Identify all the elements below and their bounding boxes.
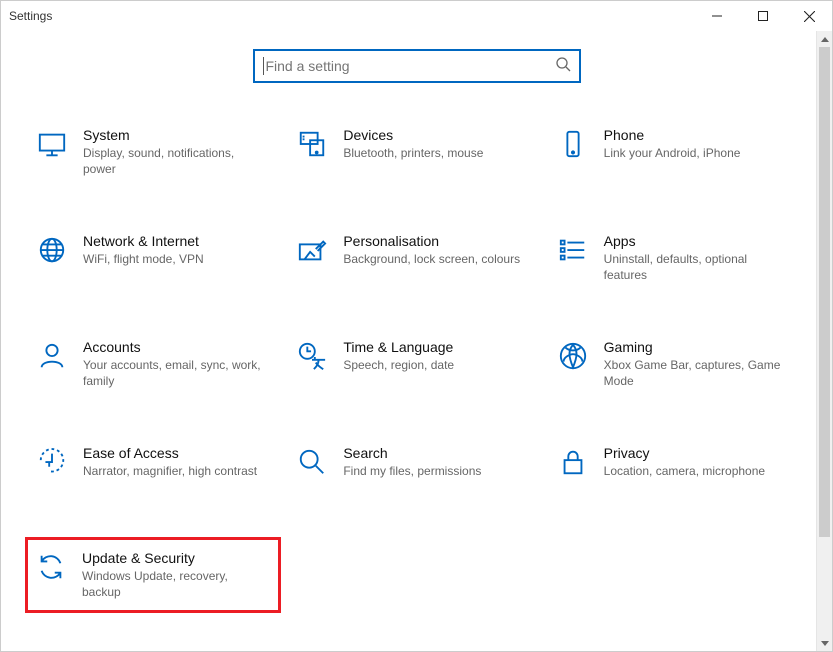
tile-desc: Find my files, permissions	[343, 463, 481, 479]
tile-desc: Windows Update, recovery, backup	[82, 568, 262, 600]
scrollbar-thumb[interactable]	[819, 47, 830, 537]
sync-icon	[34, 550, 68, 584]
tile-desc: WiFi, flight mode, VPN	[83, 251, 204, 267]
tile-title: Network & Internet	[83, 233, 204, 249]
devices-icon	[295, 127, 329, 161]
tile-desc: Bluetooth, printers, mouse	[343, 145, 483, 161]
tile-time-language[interactable]: Time & Language Speech, region, date	[291, 335, 541, 405]
tile-phone[interactable]: Phone Link your Android, iPhone	[552, 123, 802, 193]
ease-of-access-icon	[35, 445, 69, 479]
tile-desc: Xbox Game Bar, captures, Game Mode	[604, 357, 784, 389]
tile-title: System	[83, 127, 263, 143]
tile-title: Search	[343, 445, 481, 461]
system-icon	[35, 127, 69, 161]
tile-search[interactable]: Search Find my files, permissions	[291, 441, 541, 511]
tile-title: Time & Language	[343, 339, 454, 355]
titlebar: Settings	[1, 1, 832, 31]
tile-personalisation[interactable]: Personalisation Background, lock screen,…	[291, 229, 541, 299]
tile-gaming[interactable]: Gaming Xbox Game Bar, captures, Game Mod…	[552, 335, 802, 405]
window-controls	[694, 1, 832, 31]
scrollbar[interactable]	[816, 31, 832, 651]
phone-icon	[556, 127, 590, 161]
tile-update-security[interactable]: Update & Security Windows Update, recove…	[25, 537, 281, 613]
tile-title: Ease of Access	[83, 445, 257, 461]
tile-accounts[interactable]: Accounts Your accounts, email, sync, wor…	[31, 335, 281, 405]
tile-system[interactable]: System Display, sound, notifications, po…	[31, 123, 281, 193]
tile-desc: Background, lock screen, colours	[343, 251, 520, 267]
text-cursor	[263, 57, 264, 75]
tile-desc: Speech, region, date	[343, 357, 454, 373]
search-box[interactable]	[253, 49, 581, 83]
minimize-button[interactable]	[694, 1, 740, 31]
lock-icon	[556, 445, 590, 479]
settings-grid: System Display, sound, notifications, po…	[21, 123, 812, 613]
maximize-button[interactable]	[740, 1, 786, 31]
tile-title: Privacy	[604, 445, 765, 461]
close-button[interactable]	[786, 1, 832, 31]
tile-title: Update & Security	[82, 550, 262, 566]
tile-desc: Narrator, magnifier, high contrast	[83, 463, 257, 479]
tile-title: Personalisation	[343, 233, 520, 249]
tile-desc: Uninstall, defaults, optional features	[604, 251, 784, 283]
window-title: Settings	[9, 9, 52, 23]
tile-title: Accounts	[83, 339, 263, 355]
apps-icon	[556, 233, 590, 267]
tile-desc: Display, sound, notifications, power	[83, 145, 263, 177]
person-icon	[35, 339, 69, 373]
content-area: System Display, sound, notifications, po…	[1, 31, 832, 613]
tile-desc: Your accounts, email, sync, work, family	[83, 357, 263, 389]
tile-ease-of-access[interactable]: Ease of Access Narrator, magnifier, high…	[31, 441, 281, 511]
gaming-icon	[556, 339, 590, 373]
tile-title: Devices	[343, 127, 483, 143]
scroll-up-icon[interactable]	[817, 31, 832, 47]
tile-apps[interactable]: Apps Uninstall, defaults, optional featu…	[552, 229, 802, 299]
tile-privacy[interactable]: Privacy Location, camera, microphone	[552, 441, 802, 511]
tile-desc: Location, camera, microphone	[604, 463, 765, 479]
paintbrush-icon	[295, 233, 329, 267]
tile-title: Phone	[604, 127, 741, 143]
tile-devices[interactable]: Devices Bluetooth, printers, mouse	[291, 123, 541, 193]
time-language-icon	[295, 339, 329, 373]
search-input[interactable]	[265, 58, 554, 74]
tile-network[interactable]: Network & Internet WiFi, flight mode, VP…	[31, 229, 281, 299]
search-icon	[555, 56, 571, 77]
tile-title: Apps	[604, 233, 784, 249]
globe-icon	[35, 233, 69, 267]
tile-title: Gaming	[604, 339, 784, 355]
magnifier-icon	[295, 445, 329, 479]
tile-desc: Link your Android, iPhone	[604, 145, 741, 161]
scroll-down-icon[interactable]	[817, 635, 832, 651]
